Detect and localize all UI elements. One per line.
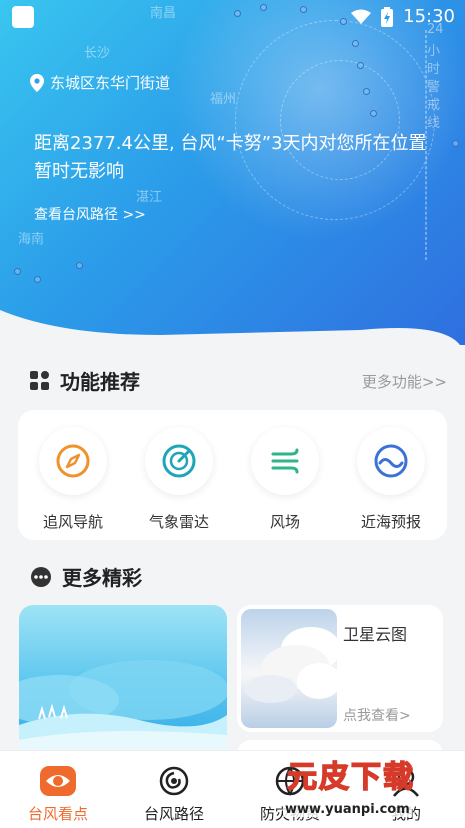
typhoon-track-dot: [363, 88, 370, 95]
tab-typhoon-route[interactable]: 台风路径: [124, 761, 224, 824]
map-label: 线: [427, 116, 441, 131]
more-section-title: 更多精彩: [30, 562, 142, 591]
typhoon-track-dot: [352, 40, 359, 47]
feature-item-navigation[interactable]: 追风导航: [28, 427, 118, 532]
map-label: 时: [427, 62, 441, 77]
location-pin-icon: [30, 73, 44, 92]
more-features-link[interactable]: 更多功能>>: [362, 371, 447, 392]
location-text: 东城区东华门街道: [50, 74, 171, 92]
compass-icon: [56, 444, 90, 478]
feature-label: 近海预报: [360, 513, 421, 531]
status-bar: 15:30: [0, 0, 465, 34]
watermark-logo: 元皮下载: [286, 759, 415, 796]
typhoon-distance-message: 距离2377.4公里, 台风“卡努”3天内对您所在位置暂时无影响: [34, 133, 427, 182]
satellite-cloud-card[interactable]: 卫星云图 点我查看>: [237, 605, 443, 732]
more-dots-icon: [31, 566, 51, 587]
features-section-title: 功能推荐: [30, 366, 140, 395]
feature-label: 风场: [269, 513, 300, 531]
tab-typhoon-highlights[interactable]: 台风看点: [8, 761, 108, 824]
notification-icon: [12, 6, 34, 28]
map-label: 戒: [427, 98, 441, 113]
status-time: 15:30: [403, 6, 455, 27]
typhoon-track-dot: [452, 140, 459, 147]
cloud-image: [241, 609, 337, 728]
map-label: 警: [427, 80, 441, 95]
typhoon-track-dot: [357, 62, 364, 69]
featured-landscape-card[interactable]: [19, 605, 227, 765]
map-label: 福州: [210, 92, 237, 107]
radar-icon: [162, 444, 196, 478]
section-title-text: 更多精彩: [62, 566, 142, 590]
battery-charging-icon: [381, 6, 394, 27]
watermark-url: www.yuanpi.com: [283, 802, 412, 817]
wave-icon: [374, 444, 408, 478]
tab-label: 台风看点: [27, 805, 88, 823]
feature-label: 气象雷达: [148, 513, 209, 531]
satellite-card-title: 卫星云图: [343, 625, 408, 644]
current-location[interactable]: 东城区东华门街道: [30, 72, 170, 93]
map-label: 长沙: [84, 46, 111, 61]
map-label: 小: [427, 44, 441, 59]
feature-item-offshore-forecast[interactable]: 近海预报: [346, 427, 436, 532]
feature-label: 追风导航: [42, 513, 103, 531]
grid-icon: [30, 370, 49, 390]
feature-item-wind-field[interactable]: 风场: [240, 427, 330, 532]
landscape-illustration: [19, 660, 227, 765]
typhoon-swirl-icon: [159, 766, 189, 796]
site-watermark: 元皮下载 www.yuanpi.com: [277, 752, 465, 828]
feature-card: 追风导航 气象雷达 风场 近海预报: [18, 410, 447, 540]
typhoon-eye-icon: [40, 766, 76, 796]
tab-label: 台风路径: [143, 805, 204, 823]
feature-item-radar[interactable]: 气象雷达: [134, 427, 224, 532]
wind-icon: [271, 448, 299, 474]
map-label: 湛江: [136, 190, 163, 205]
wifi-icon: [351, 9, 372, 24]
satellite-card-link[interactable]: 点我查看>: [343, 705, 411, 725]
typhoon-track-dot: [370, 110, 377, 117]
section-title-text: 功能推荐: [60, 370, 140, 394]
